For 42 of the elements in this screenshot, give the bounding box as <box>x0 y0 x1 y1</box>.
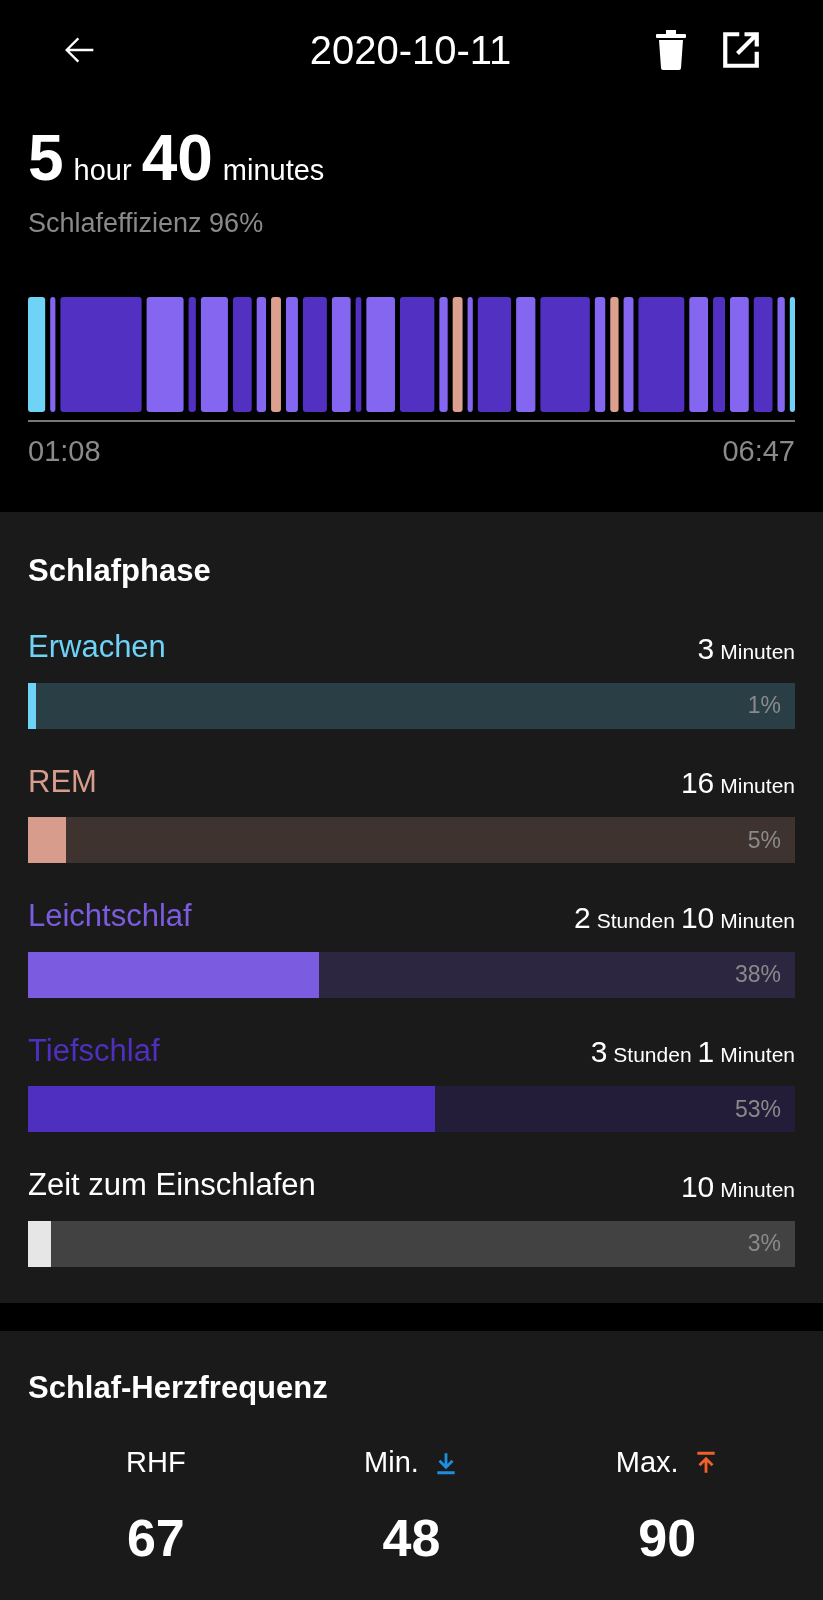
duration-unit: Minuten <box>720 773 795 799</box>
duration-value: 16 <box>680 765 715 801</box>
duration-unit: Minuten <box>720 1176 795 1203</box>
hours-value: 5 <box>28 126 64 190</box>
hours-unit: hour <box>73 153 132 188</box>
duration-value: 3 <box>697 630 715 667</box>
stat-value: 67 <box>126 1507 185 1569</box>
phase-percent: 53% <box>734 1094 782 1124</box>
trash-icon <box>656 30 686 70</box>
duration-unit: Stunden <box>613 1042 692 1068</box>
phase-percent: 5% <box>747 825 782 855</box>
stat-value: 48 <box>382 1507 441 1569</box>
start-time: 01:08 <box>28 434 101 469</box>
date-title: 2020-10-11 <box>308 27 512 74</box>
duration-value: 10 <box>680 1168 715 1205</box>
phase-label: Zeit zum Einschlafen <box>28 1166 316 1204</box>
duration-unit: Minuten <box>720 1042 795 1068</box>
phase-label: REM <box>28 762 97 801</box>
external-link-icon <box>720 29 762 71</box>
stat-value: 90 <box>638 1507 697 1569</box>
sleep-efficiency: Schlafeffizienz 96% <box>28 206 264 240</box>
minutes-value: 40 <box>141 126 213 190</box>
phase-percent: 1% <box>747 691 782 721</box>
stat-label: Max. <box>615 1445 679 1480</box>
phase-label: Tiefschlaf <box>28 1031 160 1070</box>
stat-label: Min. <box>364 1445 419 1480</box>
duration-unit: Minuten <box>720 638 795 665</box>
phase-percent: 38% <box>734 960 782 990</box>
section-title: Schlaf-Herzfrequenz <box>28 1368 328 1407</box>
phase-label: Leichtschlaf <box>28 897 192 935</box>
duration-value: 10 <box>680 899 715 936</box>
duration-unit: Minuten <box>720 907 795 934</box>
stat-label: RHF <box>126 1445 186 1480</box>
duration-value: 2 <box>573 899 591 936</box>
minutes-unit: minutes <box>222 153 325 188</box>
section-title: Schlafphase <box>28 551 211 590</box>
end-time: 06:47 <box>722 434 795 469</box>
duration-unit: Stunden <box>596 907 675 934</box>
phase-label: Erwachen <box>28 628 166 666</box>
phase-percent: 3% <box>747 1229 782 1259</box>
duration-value: 3 <box>590 1034 608 1070</box>
duration-value: 1 <box>697 1034 715 1070</box>
